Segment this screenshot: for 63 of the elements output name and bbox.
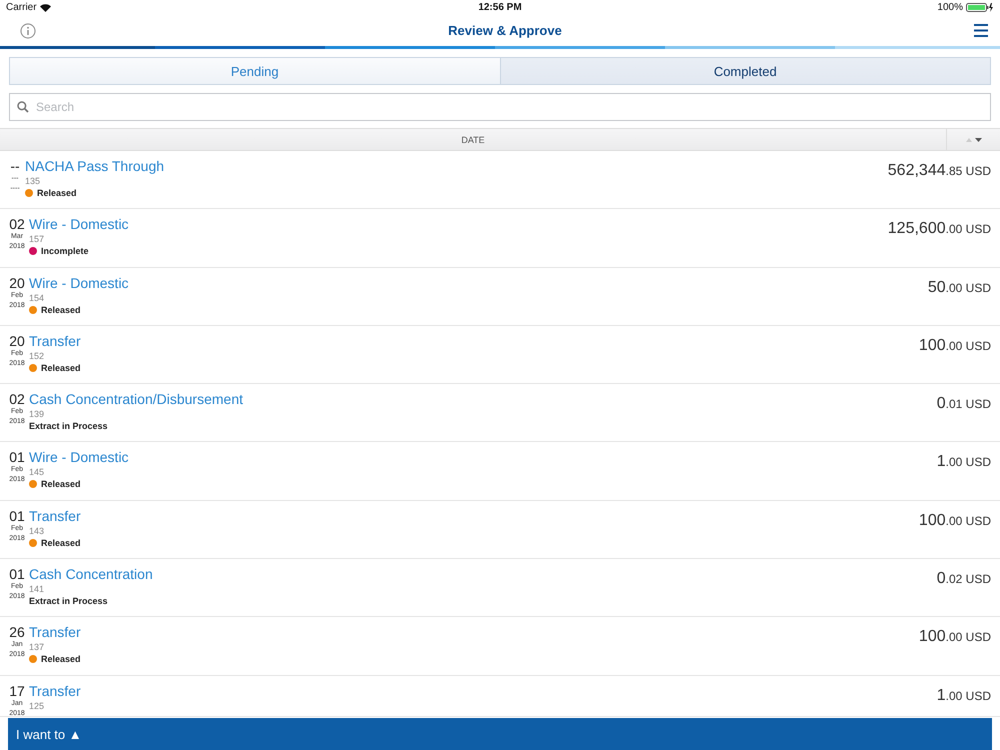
transaction-title: Transfer (29, 332, 81, 350)
transaction-number: 154 (29, 292, 44, 304)
tab[interactable]: Completed (500, 58, 990, 84)
date-day: 01 (9, 508, 25, 524)
clock: 12:56 PM (478, 2, 522, 13)
transaction-title: Wire - Domestic (29, 216, 129, 234)
date-day: 02 (9, 391, 25, 408)
status-label: Released (41, 536, 81, 549)
transaction-number: 157 (29, 233, 44, 246)
amount: 1.00 USD (936, 686, 991, 705)
info-icon[interactable] (20, 22, 36, 38)
transaction-number: 125 (29, 700, 44, 712)
date-day: 01 (9, 449, 25, 466)
status-label: Released (41, 653, 81, 666)
transaction-title: Cash Concentration (29, 566, 153, 584)
transaction-title: Transfer (29, 508, 81, 525)
tab[interactable]: Pending (10, 58, 500, 84)
date-day: 02 (9, 216, 25, 232)
sort-icon[interactable] (966, 136, 982, 142)
date-day: 26 (9, 624, 25, 640)
date-day: -- (10, 158, 20, 174)
status-label: Released (41, 362, 81, 374)
transaction-number: 137 (29, 641, 44, 654)
amount: 1.00 USD (936, 453, 991, 472)
transaction-number: 139 (29, 408, 44, 420)
battery-percent: 100% (937, 2, 963, 13)
transaction-title: Transfer (29, 682, 81, 700)
status-label: Incomplete (41, 245, 89, 258)
date-day: 20 (9, 274, 25, 291)
transaction-number: 135 (25, 175, 40, 187)
status-label: Released (41, 304, 81, 316)
amount: 125,600.00 USD (888, 220, 991, 238)
carrier-label: Carrier (6, 2, 37, 13)
transaction-title: Wire - Domestic (29, 274, 129, 292)
status-label: Released (37, 187, 77, 199)
column-header: DATE (461, 134, 485, 144)
wifi-icon (40, 4, 51, 12)
transaction-title: Wire - Domestic (29, 449, 129, 466)
date-day: 20 (9, 332, 25, 349)
transaction-number: 145 (29, 466, 44, 478)
transaction-title: Cash Concentration/Disbursement (29, 391, 243, 408)
search-field[interactable]: Search (9, 93, 991, 121)
amount: 100.00 USD (918, 512, 991, 530)
transaction-number: 141 (29, 583, 44, 596)
transaction-title: Transfer (29, 624, 81, 642)
date-day: 01 (9, 566, 25, 582)
amount: 0.01 USD (936, 395, 991, 414)
amount: 50.00 USD (928, 278, 991, 297)
status-label: Released (41, 478, 81, 490)
transaction-number: 152 (29, 350, 44, 362)
transaction-title: NACHA Pass Through (25, 158, 164, 175)
amount: 0.02 USD (936, 570, 991, 588)
battery-icon (966, 3, 994, 12)
transaction-number: 143 (29, 524, 44, 537)
action-bar[interactable]: I want to ▲ (8, 718, 992, 750)
amount: 100.00 USD (918, 336, 991, 355)
amount: 562,344.85 USD (888, 162, 991, 180)
date-day: 17 (9, 682, 25, 699)
status-label: Extract in Process (29, 420, 108, 432)
amount: 100.00 USD (918, 628, 991, 646)
page-title: Review & Approve (448, 23, 562, 38)
menu-icon[interactable] (974, 24, 988, 37)
status-label: Extract in Process (29, 595, 108, 608)
